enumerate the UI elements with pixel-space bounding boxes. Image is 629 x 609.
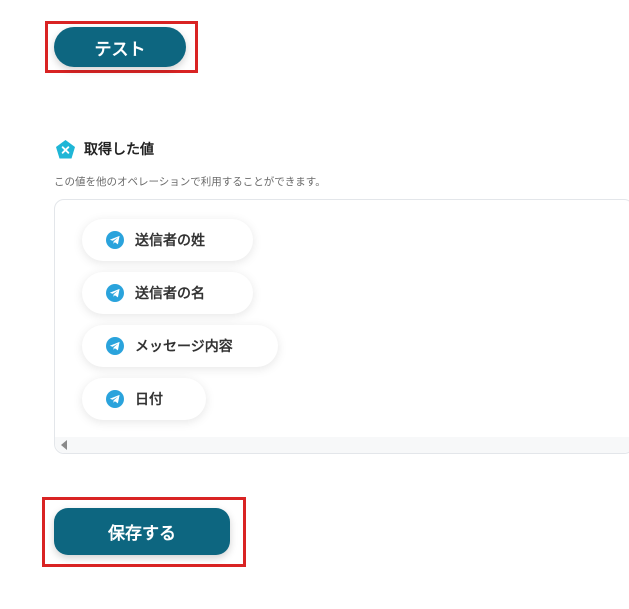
value-chip-label: 送信者の姓 — [135, 233, 205, 249]
value-chip-sender-first-name[interactable]: 送信者の名 — [82, 272, 253, 314]
telegram-icon — [106, 284, 124, 302]
value-chip-label: メッセージ内容 — [135, 339, 233, 355]
value-chip-message-content[interactable]: メッセージ内容 — [82, 325, 278, 367]
telegram-icon — [106, 231, 124, 249]
section-title-text: 取得した値 — [84, 142, 154, 158]
value-chip-sender-last-name[interactable]: 送信者の姓 — [82, 219, 253, 261]
telegram-icon — [106, 337, 124, 355]
value-chip-label: 送信者の名 — [135, 286, 205, 302]
test-button[interactable]: テスト — [54, 27, 186, 67]
value-chip-label: 日付 — [135, 392, 163, 408]
value-chip-date[interactable]: 日付 — [82, 378, 206, 420]
section-title: 取得した値 — [55, 137, 154, 161]
telegram-icon — [106, 390, 124, 408]
horizontal-scrollbar[interactable] — [55, 437, 629, 453]
fetched-values-badge-icon — [55, 139, 76, 160]
save-button[interactable]: 保存する — [54, 508, 230, 555]
scroll-left-icon[interactable] — [61, 440, 67, 450]
section-hint: この値を他のオペレーションで利用することができます。 — [54, 176, 326, 188]
